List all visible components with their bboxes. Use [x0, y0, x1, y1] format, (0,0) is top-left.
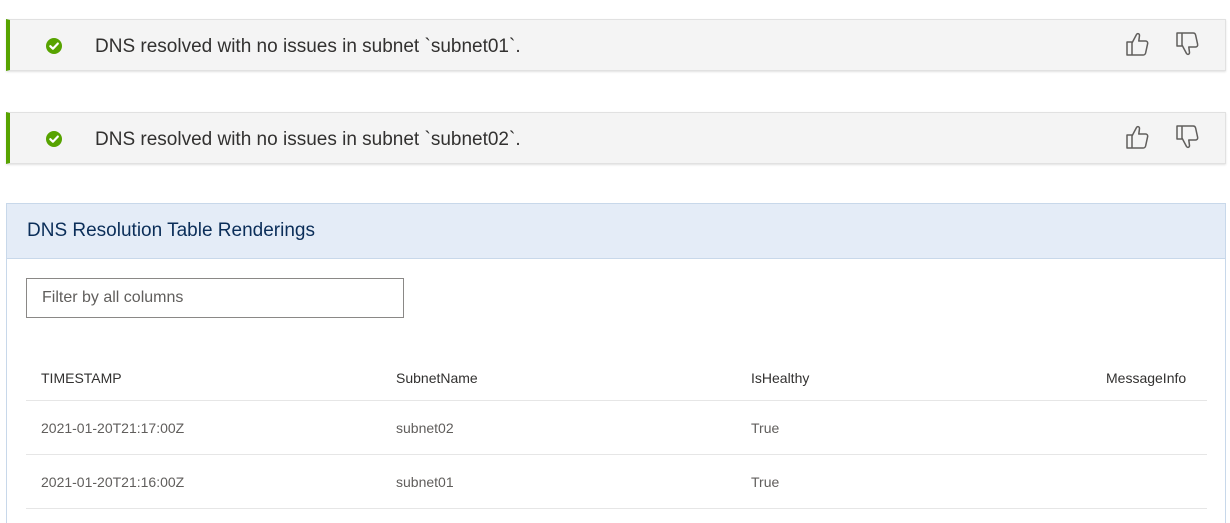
insight-message: DNS resolved with no issues in subnet `s…: [95, 36, 521, 57]
cell-messageinfo: [1091, 400, 1207, 455]
thumbs-down-icon[interactable]: [1173, 30, 1201, 58]
cell-subnetname: subnet02: [381, 400, 736, 455]
dns-resolution-panel: DNS Resolution Table Renderings TIMESTAM…: [6, 203, 1226, 523]
column-header-messageinfo[interactable]: MessageInfo: [1091, 356, 1207, 401]
cell-ishealthy: True: [736, 454, 1091, 509]
check-circle-icon: [46, 131, 62, 147]
column-header-ishealthy[interactable]: IsHealthy: [736, 356, 1091, 401]
cell-subnetname: subnet01: [381, 454, 736, 509]
filter-input[interactable]: [26, 278, 404, 318]
cell-timestamp: 2021-01-20T21:16:00Z: [26, 454, 381, 509]
insight-card: DNS resolved with no issues in subnet `s…: [6, 112, 1226, 164]
thumbs-up-icon[interactable]: [1123, 123, 1151, 151]
thumbs-down-icon[interactable]: [1173, 123, 1201, 151]
table-header-row: TIMESTAMP SubnetName IsHealthy MessageIn…: [26, 356, 1207, 401]
table-row: 2021-01-20T21:16:00Z subnet01 True: [26, 454, 1207, 509]
thumbs-up-icon[interactable]: [1123, 30, 1151, 58]
cell-timestamp: 2021-01-20T21:17:00Z: [26, 400, 381, 455]
cell-ishealthy: True: [736, 400, 1091, 455]
column-header-subnetname[interactable]: SubnetName: [381, 356, 736, 401]
insight-card: DNS resolved with no issues in subnet `s…: [6, 19, 1226, 71]
results-table: TIMESTAMP SubnetName IsHealthy MessageIn…: [26, 356, 1207, 509]
cell-messageinfo: [1091, 454, 1207, 509]
column-header-timestamp[interactable]: TIMESTAMP: [26, 356, 381, 401]
insight-message: DNS resolved with no issues in subnet `s…: [95, 129, 521, 150]
table-row: 2021-01-20T21:17:00Z subnet02 True: [26, 400, 1207, 455]
check-circle-icon: [46, 38, 62, 54]
panel-header: DNS Resolution Table Renderings: [7, 204, 1225, 259]
panel-title: DNS Resolution Table Renderings: [27, 220, 315, 241]
